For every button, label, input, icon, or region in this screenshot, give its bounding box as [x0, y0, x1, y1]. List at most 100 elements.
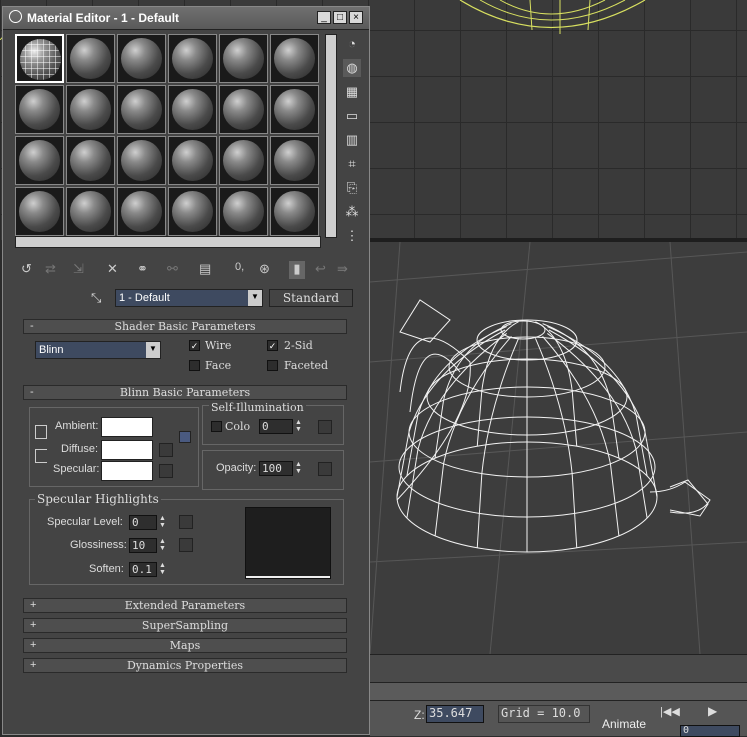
material-sample-slot[interactable]: [168, 136, 217, 185]
self-illum-map-button[interactable]: [318, 420, 332, 434]
material-sample-slot[interactable]: [219, 85, 268, 134]
sample-uv-tiling-icon[interactable]: ▭: [343, 107, 361, 125]
material-sample-slot[interactable]: [168, 85, 217, 134]
material-sample-slot[interactable]: [168, 187, 217, 236]
trackbar[interactable]: [370, 682, 747, 701]
material-sample-slot[interactable]: [117, 85, 166, 134]
chevron-down-icon[interactable]: ▼: [146, 342, 160, 358]
material-sample-slot[interactable]: [66, 85, 115, 134]
go-forward-to-sibling-icon[interactable]: ⇛: [337, 261, 348, 279]
background-checker-icon[interactable]: ▦: [343, 83, 361, 101]
lock-icon[interactable]: [179, 431, 191, 443]
diffuse-color-swatch[interactable]: [101, 440, 153, 460]
lock-diffuse-specular-button[interactable]: [35, 449, 47, 463]
pick-material-icon[interactable]: ⤡: [91, 290, 101, 306]
specular-level-spinner[interactable]: ▲ ▼: [159, 515, 168, 529]
specular-level-map-button[interactable]: [179, 515, 193, 529]
slots-vertical-scrollbar[interactable]: [325, 34, 337, 238]
material-sample-slot[interactable]: [15, 187, 64, 236]
perspective-viewport[interactable]: [370, 242, 747, 654]
material-type-button[interactable]: Standard: [269, 289, 353, 307]
put-to-scene-icon[interactable]: ⇄: [45, 261, 56, 279]
face-map-checkbox[interactable]: [189, 360, 200, 371]
frame-field[interactable]: 0: [680, 725, 740, 737]
glossiness-field[interactable]: 10: [129, 538, 157, 553]
material-sample-slot[interactable]: [168, 34, 217, 83]
glossiness-spinner[interactable]: ▲ ▼: [159, 538, 168, 552]
material-navigator-icon[interactable]: ⋮: [343, 227, 361, 245]
two-sided-checkbox[interactable]: ✓: [267, 340, 278, 351]
supersampling-rollout[interactable]: + SuperSampling: [23, 618, 347, 633]
assign-to-selection-icon[interactable]: ⇲: [73, 261, 84, 279]
ambient-color-swatch[interactable]: [101, 417, 153, 437]
material-sample-slot[interactable]: [219, 187, 268, 236]
timeline-ruler[interactable]: 65 70 75 80 85 90: [370, 654, 747, 701]
material-sample-slot[interactable]: [15, 85, 64, 134]
soften-field[interactable]: 0.1: [129, 562, 157, 577]
show-map-in-viewport-icon[interactable]: ⊛: [259, 261, 270, 279]
soften-spinner[interactable]: ▲ ▼: [159, 562, 168, 576]
material-sample-slot[interactable]: [270, 136, 319, 185]
go-to-parent-icon[interactable]: ↩: [315, 261, 326, 279]
reset-map-icon[interactable]: ✕: [107, 261, 118, 279]
chevron-down-icon[interactable]: ▼: [248, 290, 262, 306]
maps-rollout[interactable]: + Maps: [23, 638, 347, 653]
faceted-checkbox[interactable]: [267, 360, 278, 371]
material-sample-slot[interactable]: [15, 136, 64, 185]
animate-button[interactable]: Animate: [602, 717, 646, 731]
material-sample-slot[interactable]: [66, 136, 115, 185]
make-copy-icon[interactable]: ⚭: [137, 261, 148, 279]
make-preview-icon[interactable]: ⌗: [343, 155, 361, 173]
material-sample-slot[interactable]: [66, 34, 115, 83]
material-editor-window[interactable]: Material Editor - 1 - Default _ □ × ◔ ◍ …: [2, 6, 370, 735]
shader-type-dropdown[interactable]: Blinn ▼: [35, 341, 161, 359]
extended-parameters-rollout[interactable]: + Extended Parameters: [23, 598, 347, 613]
get-material-icon[interactable]: ↺: [21, 261, 32, 279]
title-bar[interactable]: Material Editor - 1 - Default _ □ ×: [3, 7, 369, 30]
opacity-value-field[interactable]: 100: [259, 461, 293, 476]
prev-frame-icon[interactable]: |◀◀: [660, 705, 680, 718]
material-sample-slot[interactable]: [66, 187, 115, 236]
opacity-map-button[interactable]: [318, 462, 332, 476]
self-illum-spinner[interactable]: ▲ ▼: [295, 419, 304, 433]
dynamics-properties-rollout[interactable]: + Dynamics Properties: [23, 658, 347, 673]
material-sample-slot[interactable]: [117, 187, 166, 236]
show-end-result-icon[interactable]: ▮: [289, 261, 305, 279]
z-coordinate-field[interactable]: 35.647: [426, 705, 484, 723]
glossiness-map-button[interactable]: [179, 538, 193, 552]
material-sample-slot[interactable]: [117, 34, 166, 83]
lock-ambient-diffuse-button[interactable]: [35, 425, 47, 439]
slots-horizontal-scrollbar[interactable]: [15, 236, 321, 248]
material-name-field[interactable]: 1 - Default ▼: [115, 289, 263, 307]
minimize-button[interactable]: _: [317, 11, 331, 24]
video-color-check-icon[interactable]: ▥: [343, 131, 361, 149]
self-illum-value-field[interactable]: 0: [259, 419, 293, 434]
material-sample-slot[interactable]: [219, 34, 268, 83]
shader-basic-rollout-header[interactable]: - Shader Basic Parameters: [23, 319, 347, 334]
play-icon[interactable]: ▶: [708, 704, 717, 718]
backlight-icon[interactable]: ◍: [343, 59, 361, 77]
sample-type-icon[interactable]: ◔: [343, 35, 361, 53]
material-sample-slot[interactable]: [270, 34, 319, 83]
material-sample-slot[interactable]: [270, 187, 319, 236]
self-illum-color-checkbox[interactable]: [211, 421, 222, 432]
opacity-spinner[interactable]: ▲ ▼: [295, 461, 304, 475]
specular-map-button[interactable]: [159, 464, 173, 478]
maximize-button[interactable]: □: [333, 11, 347, 24]
material-sample-slot[interactable]: [270, 85, 319, 134]
sample-slots[interactable]: [15, 34, 321, 238]
select-by-material-icon[interactable]: ⁂: [343, 203, 361, 221]
material-sample-slot[interactable]: [219, 136, 268, 185]
options-icon[interactable]: ⎘: [343, 179, 361, 197]
make-unique-icon[interactable]: ⚯: [167, 261, 178, 279]
specular-level-field[interactable]: 0: [129, 515, 157, 530]
material-id-channel-icon[interactable]: 0,: [235, 261, 244, 279]
blinn-basic-rollout-header[interactable]: - Blinn Basic Parameters: [23, 385, 347, 400]
diffuse-map-button[interactable]: [159, 443, 173, 457]
material-sample-slot[interactable]: [15, 34, 64, 83]
specular-color-swatch[interactable]: [101, 461, 153, 481]
wire-checkbox[interactable]: ✓: [189, 340, 200, 351]
close-button[interactable]: ×: [349, 11, 363, 24]
put-to-library-icon[interactable]: ▤: [199, 261, 211, 279]
material-sample-slot[interactable]: [117, 136, 166, 185]
